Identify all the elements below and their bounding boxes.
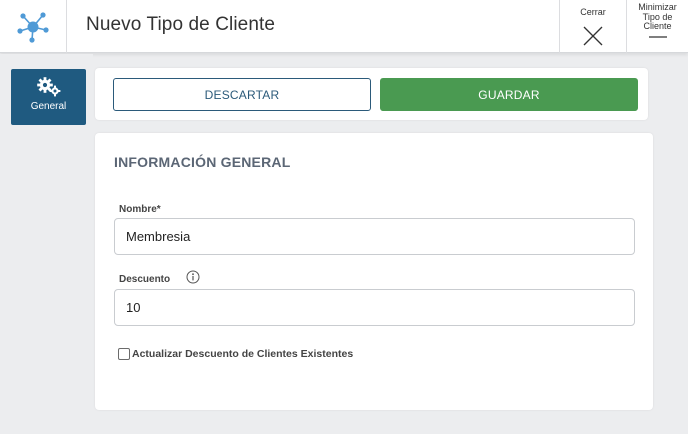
descuento-input[interactable] (114, 289, 635, 326)
info-icon[interactable] (186, 270, 200, 284)
sidebar: General (0, 54, 93, 434)
nombre-label: Nombre* (119, 204, 161, 215)
descuento-label: Descuento (119, 274, 171, 285)
close-label: Cerrar (580, 7, 606, 17)
general-info-card: INFORMACIÓN GENERAL Nombre* Descuento Ac… (95, 133, 653, 410)
app-header: Nuevo Tipo de Cliente Cerrar Minimizar T… (0, 0, 688, 53)
close-icon (583, 26, 603, 45)
close-button[interactable]: Cerrar (559, 0, 626, 53)
sidebar-item-general[interactable]: General (11, 69, 86, 125)
network-hub-icon (17, 11, 49, 43)
update-existing-checkbox[interactable] (118, 348, 130, 360)
logo[interactable] (0, 0, 67, 53)
gears-icon (36, 77, 60, 97)
page-title: Nuevo Tipo de Cliente (86, 14, 276, 35)
section-title: INFORMACIÓN GENERAL (114, 154, 291, 170)
minimize-label: Minimizar Tipo de Cliente (638, 2, 677, 31)
save-button[interactable]: GUARDAR (380, 78, 638, 111)
sidebar-item-label: General (30, 101, 67, 112)
update-existing-row[interactable]: Actualizar Descuento de Clientes Existen… (118, 348, 353, 360)
nombre-input[interactable] (114, 218, 635, 255)
minimize-button[interactable]: Minimizar Tipo de Cliente (626, 0, 688, 53)
minimize-icon (648, 35, 667, 38)
action-bar: DESCARTAR GUARDAR (95, 68, 648, 120)
discard-button[interactable]: DESCARTAR (113, 78, 371, 111)
update-existing-label[interactable]: Actualizar Descuento de Clientes Existen… (132, 348, 353, 360)
